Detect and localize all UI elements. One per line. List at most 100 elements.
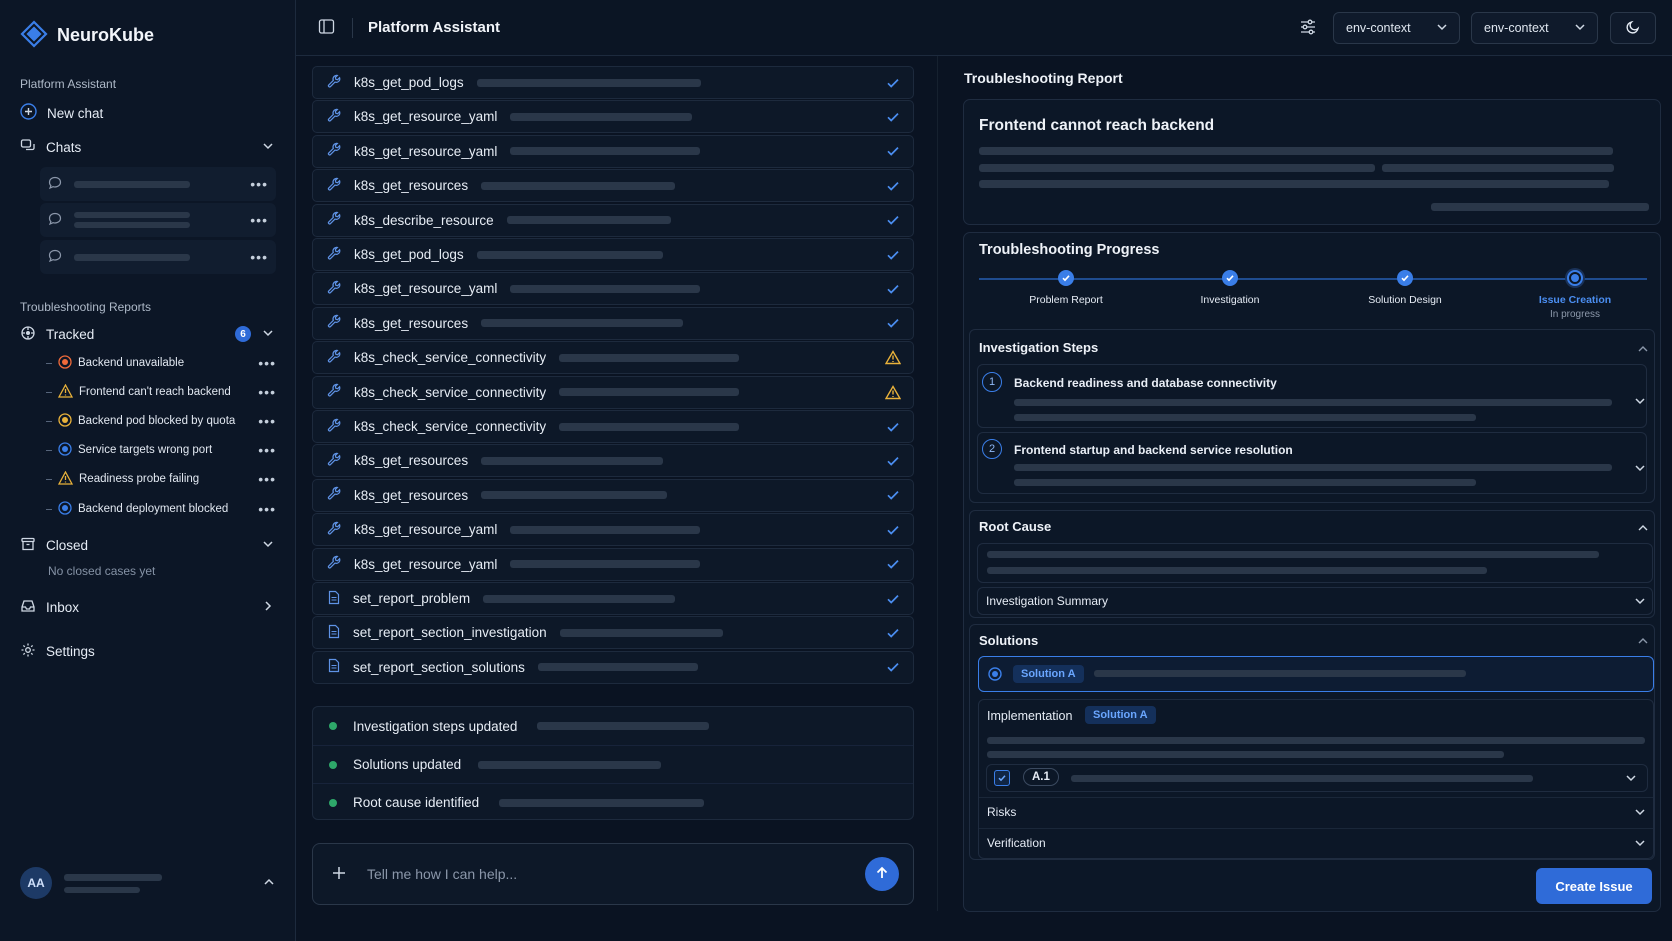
wrench-icon <box>327 142 342 160</box>
tool-args-placeholder <box>481 456 664 465</box>
tool-name: k8s_get_resources <box>354 178 469 194</box>
filters-button[interactable] <box>1292 12 1324 44</box>
chevron-down-icon[interactable] <box>1633 394 1647 411</box>
chat-item[interactable]: ••• <box>40 167 276 201</box>
chevron-down-icon[interactable] <box>1633 461 1647 478</box>
tracked-item-frontend-cant-reach-backend[interactable]: Frontend can't reach backend ••• <box>46 381 276 403</box>
check-icon <box>885 591 901 607</box>
tracked-item-deployment-blocked[interactable]: Backend deployment blocked ••• <box>46 498 276 520</box>
tracked-toggle[interactable]: Tracked 6 <box>20 321 275 347</box>
check-icon <box>885 315 901 331</box>
chevron-up-icon[interactable] <box>1636 342 1650 359</box>
chevron-up-icon[interactable] <box>1636 634 1650 651</box>
more-icon[interactable]: ••• <box>250 250 268 264</box>
tool-call-row[interactable]: k8s_get_resource_yaml <box>312 100 914 134</box>
tool-call-row[interactable]: k8s_check_service_connectivity <box>312 341 914 375</box>
composer[interactable]: Tell me how I can help... <box>312 843 914 905</box>
tool-call-row[interactable]: k8s_get_resource_yaml <box>312 134 914 168</box>
document-icon <box>327 624 341 642</box>
tool-call-row[interactable]: set_report_problem <box>312 582 914 615</box>
radio-selected-icon[interactable] <box>988 667 1002 684</box>
select-value: env-context <box>1346 21 1411 35</box>
send-button[interactable] <box>865 857 899 891</box>
tracked-item-readiness-probe[interactable]: Readiness probe failing ••• <box>46 468 276 490</box>
more-icon[interactable]: ••• <box>258 472 276 486</box>
env-context-select-2[interactable]: env-context <box>1471 12 1598 44</box>
new-chat-button[interactable]: New chat <box>20 100 275 126</box>
inbox-label: Inbox <box>46 599 80 615</box>
tool-call-row[interactable]: k8s_get_resources <box>312 478 914 512</box>
chats-toggle[interactable]: Chats <box>20 134 275 160</box>
root-cause-text <box>977 543 1653 583</box>
tracked-item-backend-unavailable[interactable]: Backend unavailable ••• <box>46 352 276 374</box>
verification-toggle[interactable] <box>979 828 1653 858</box>
chat-item[interactable]: ••• <box>40 240 276 274</box>
tool-call-row[interactable]: k8s_get_resource_yaml <box>312 513 914 547</box>
step-issue-creation: Issue Creation In progress <box>1515 270 1635 320</box>
theme-toggle-button[interactable] <box>1610 12 1656 44</box>
wrench-icon <box>327 280 342 298</box>
chevron-down-icon <box>1435 20 1449 37</box>
more-icon[interactable]: ••• <box>258 385 276 399</box>
env-context-select[interactable]: env-context <box>1333 12 1460 44</box>
tracked-item-backend-pod-blocked[interactable]: Backend pod blocked by quota ••• <box>46 410 276 432</box>
message-input[interactable]: Tell me how I can help... <box>367 866 517 882</box>
success-dot-icon <box>329 760 337 769</box>
tool-args-placeholder <box>510 525 701 534</box>
more-icon[interactable]: ••• <box>258 502 276 516</box>
tool-call-row[interactable]: k8s_get_resources <box>312 444 914 478</box>
chevron-down-icon[interactable] <box>1624 771 1638 788</box>
tool-call-row[interactable]: set_report_section_investigation <box>312 616 914 650</box>
tool-call-row[interactable]: k8s_get_resources <box>312 306 914 340</box>
more-icon[interactable]: ••• <box>258 414 276 428</box>
tool-call-row[interactable]: k8s_check_service_connectivity <box>312 410 914 443</box>
success-dot-icon <box>329 722 337 730</box>
warning-icon <box>885 384 901 400</box>
more-icon[interactable]: ••• <box>250 213 268 227</box>
chevron-down-icon[interactable] <box>1633 805 1647 822</box>
user-menu[interactable]: AA <box>20 867 276 899</box>
wrench-icon <box>327 177 342 195</box>
chevron-right-icon <box>261 599 275 616</box>
tool-call-row[interactable]: k8s_get_pod_logs <box>312 238 914 271</box>
chevron-up-icon[interactable] <box>1636 521 1650 538</box>
tool-call-row[interactable]: k8s_get_resource_yaml <box>312 272 914 306</box>
brand[interactable]: NeuroKube <box>20 20 154 51</box>
tracked-item-label: Backend unavailable <box>78 357 185 369</box>
tool-call-row[interactable]: k8s_get_pod_logs <box>312 66 914 99</box>
chats-label: Chats <box>46 139 82 155</box>
tool-call-row[interactable]: k8s_get_resources <box>312 169 914 203</box>
message-icon <box>48 212 62 229</box>
user-info-placeholder <box>64 873 162 893</box>
more-icon[interactable]: ••• <box>250 177 268 191</box>
chevron-down-icon[interactable] <box>1633 594 1647 611</box>
new-chat-label: New chat <box>47 105 104 121</box>
more-icon[interactable]: ••• <box>258 443 276 457</box>
tool-call-row[interactable]: set_report_section_solutions <box>312 650 914 684</box>
chevron-down-icon[interactable] <box>1633 836 1647 853</box>
verification-label: Verification <box>987 836 1046 850</box>
wrench-icon <box>327 314 342 332</box>
tool-call-row[interactable]: k8s_describe_resource <box>312 203 914 237</box>
plus-circle-icon <box>20 103 37 123</box>
chevron-down-icon <box>261 537 275 554</box>
tool-call-row[interactable]: k8s_check_service_connectivity <box>312 375 914 409</box>
more-icon[interactable]: ••• <box>258 356 276 370</box>
chat-title-placeholder <box>74 212 190 228</box>
closed-toggle[interactable]: Closed <box>20 532 275 558</box>
settings-link[interactable]: Settings <box>20 638 275 664</box>
checkbox-checked[interactable] <box>994 770 1010 786</box>
wrench-icon <box>327 486 342 504</box>
check-icon <box>885 453 901 469</box>
toggle-sidebar-button[interactable] <box>310 12 342 44</box>
tracked-item-service-wrong-port[interactable]: Service targets wrong port ••• <box>46 439 276 461</box>
wrench-icon <box>327 555 342 573</box>
tool-name: set_report_section_investigation <box>353 625 547 641</box>
plus-icon[interactable] <box>331 865 347 884</box>
check-icon <box>885 659 901 675</box>
create-issue-button[interactable]: Create Issue <box>1536 868 1652 904</box>
chat-item[interactable]: ••• <box>40 203 276 237</box>
risks-toggle[interactable] <box>979 797 1653 827</box>
inbox-link[interactable]: Inbox <box>20 594 275 620</box>
tool-call-row[interactable]: k8s_get_resource_yaml <box>312 547 914 581</box>
